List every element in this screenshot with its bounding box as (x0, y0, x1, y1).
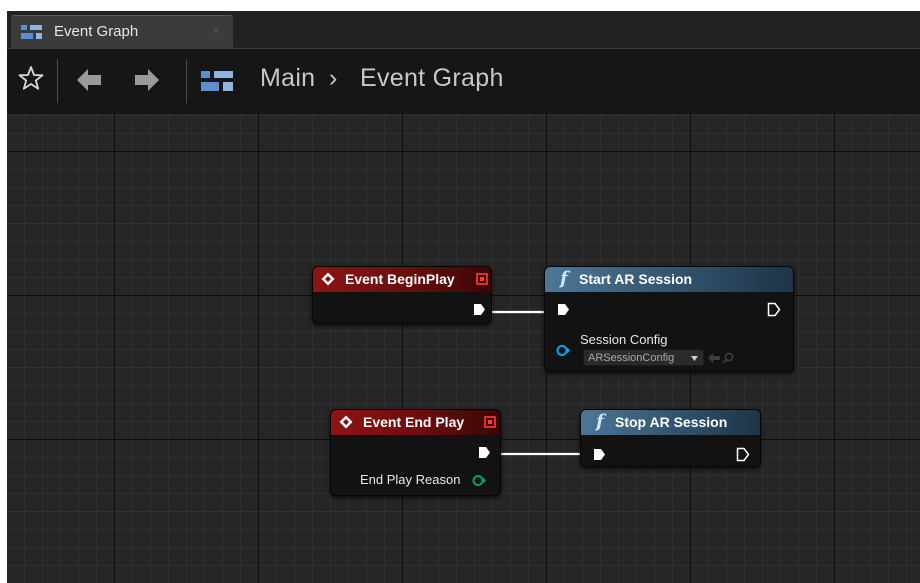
tab-strip: Event Graph (7, 11, 920, 48)
pin-label-session-config: Session Config (580, 332, 668, 347)
object-input-pin[interactable] (556, 344, 571, 357)
exec-in-pin[interactable] (557, 303, 570, 316)
node-start-ar-session[interactable]: f Start AR Session Session Config ARSess… (544, 266, 794, 372)
delegate-pin-icon[interactable] (476, 273, 488, 285)
node-event-end-play[interactable]: Event End Play End Play Reason (330, 409, 501, 496)
use-selected-asset-icon[interactable] (708, 353, 720, 363)
breadcrumb-toolbar: Main › Event Graph (7, 48, 920, 114)
dropdown-value: ARSessionConfig (588, 352, 675, 364)
enum-output-pin[interactable] (472, 474, 487, 487)
toolbar-separator (186, 59, 187, 103)
chevron-down-icon (691, 356, 698, 361)
blueprint-graph-icon (201, 71, 233, 91)
event-icon (321, 272, 335, 286)
function-icon: f (596, 411, 604, 432)
node-title: Stop AR Session (615, 414, 728, 430)
node-title: Start AR Session (579, 271, 693, 287)
function-icon: f (560, 268, 568, 289)
node-title: Event End Play (363, 414, 465, 430)
browse-asset-icon[interactable] (722, 352, 734, 364)
arrow-left-icon[interactable] (76, 68, 102, 92)
exec-out-pin[interactable] (736, 447, 750, 462)
toolbar-separator (57, 59, 58, 103)
node-event-beginplay[interactable]: Event BeginPlay (312, 266, 492, 324)
node-stop-ar-session[interactable]: f Stop AR Session (580, 409, 761, 467)
exec-out-pin[interactable] (473, 303, 486, 316)
pin-label-end-play-reason: End Play Reason (360, 472, 461, 487)
event-icon (339, 415, 353, 429)
breadcrumb-separator: › (329, 64, 338, 92)
exec-out-pin[interactable] (478, 446, 491, 459)
breadcrumb-root[interactable]: Main (260, 64, 315, 93)
session-config-dropdown[interactable]: ARSessionConfig (583, 349, 704, 366)
exec-in-pin[interactable] (593, 448, 606, 461)
blueprint-editor-window: Event Graph Main › Event Graph Event Beg… (7, 11, 920, 583)
star-icon[interactable] (18, 65, 44, 91)
tab-label: Event Graph (54, 23, 139, 40)
tab-event-graph[interactable]: Event Graph (11, 15, 233, 48)
close-icon[interactable] (213, 27, 219, 33)
graph-canvas[interactable]: Event BeginPlay f Start AR Session Sessi… (7, 114, 920, 583)
exec-out-pin[interactable] (767, 302, 781, 317)
breadcrumb-current: Event Graph (360, 64, 504, 92)
delegate-pin-icon[interactable] (484, 416, 496, 428)
arrow-right-icon[interactable] (134, 68, 160, 92)
blueprint-graph-icon (21, 25, 42, 39)
node-title: Event BeginPlay (345, 271, 455, 287)
